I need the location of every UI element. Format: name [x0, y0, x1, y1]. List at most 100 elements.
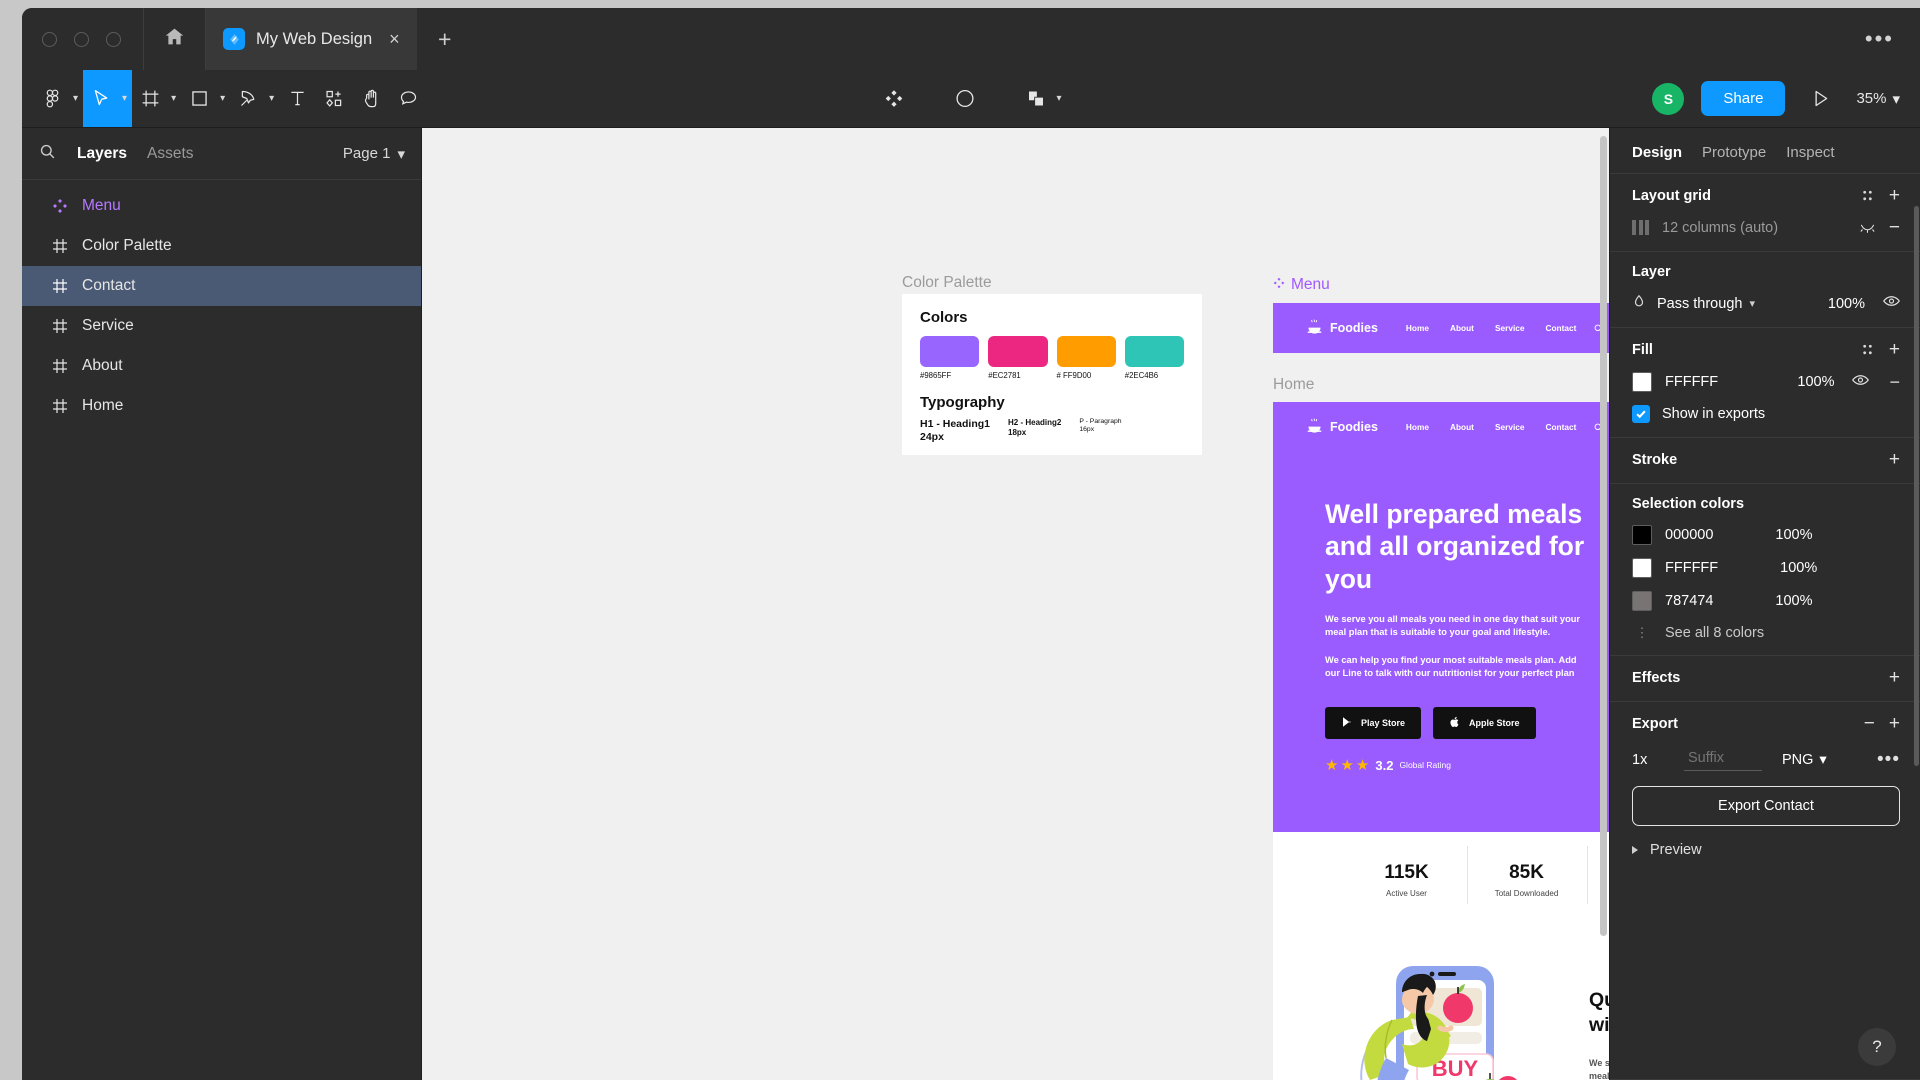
chevron-down-icon[interactable]: ▾	[1056, 93, 1066, 104]
nav-link-home[interactable]: Home	[1406, 323, 1429, 333]
pen-tool-icon[interactable]	[230, 88, 267, 109]
tab-assets[interactable]: Assets	[147, 145, 194, 163]
minimize-window-button[interactable]	[74, 31, 89, 47]
file-tab[interactable]: My Web Design ×	[206, 8, 418, 70]
hide-grid-icon[interactable]	[1860, 220, 1875, 235]
remove-fill-button[interactable]: −	[1889, 373, 1900, 391]
toggle-layer-visibility-icon[interactable]	[1883, 294, 1900, 313]
close-tab-icon[interactable]: ×	[389, 30, 400, 48]
brand-logo[interactable]: Foodies	[1306, 318, 1378, 338]
hand-tool-icon[interactable]	[353, 70, 390, 127]
layer-opacity-value[interactable]: 100%	[1828, 296, 1865, 312]
export-scale-value[interactable]: 1x	[1632, 752, 1674, 768]
export-contact-button[interactable]: Export Contact	[1632, 786, 1900, 826]
add-effect-button[interactable]: +	[1889, 668, 1900, 687]
resources-icon[interactable]	[316, 70, 353, 127]
avatar[interactable]: S	[1652, 82, 1685, 115]
zoom-level-control[interactable]: 35% ▾	[1856, 90, 1900, 108]
home-button[interactable]	[144, 8, 206, 70]
selection-color-row[interactable]: 000000 100%	[1632, 525, 1900, 545]
color-swatch-item[interactable]: #9865FF	[920, 336, 980, 380]
frame-label-home[interactable]: Home	[1273, 376, 1314, 394]
selection-color-swatch[interactable]	[1632, 591, 1652, 611]
titlebar-more-icon[interactable]: •••	[1839, 8, 1920, 70]
mask-icon[interactable]	[946, 88, 983, 109]
layer-item-home[interactable]: Home	[22, 386, 421, 426]
style-library-icon[interactable]	[1860, 342, 1875, 357]
right-panel-scrollbar[interactable]	[1914, 206, 1919, 766]
shape-tool[interactable]: ▾	[181, 70, 230, 127]
frame-tool[interactable]: ▾	[132, 70, 181, 127]
tab-layers[interactable]: Layers	[77, 145, 127, 163]
nav-link-about[interactable]: About	[1450, 422, 1474, 432]
apple-store-button[interactable]: Apple Store	[1433, 706, 1536, 739]
selection-color-swatch[interactable]	[1632, 525, 1652, 545]
boolean-union-tool[interactable]: ▾	[1017, 88, 1066, 109]
fill-color-swatch[interactable]	[1632, 372, 1652, 392]
layer-item-service[interactable]: Service	[22, 306, 421, 346]
color-swatch-item[interactable]: #2EC4B6	[1124, 336, 1184, 380]
nav-link-service[interactable]: Service	[1495, 422, 1525, 432]
pen-tool[interactable]: ▾	[230, 70, 279, 127]
remove-layout-grid-button[interactable]: −	[1889, 218, 1900, 237]
export-more-icon[interactable]: •••	[1877, 749, 1900, 769]
layout-grid-row[interactable]: 12 columns (auto) −	[1632, 218, 1900, 237]
boolean-union-icon[interactable]	[1017, 88, 1054, 109]
close-window-button[interactable]	[42, 31, 57, 47]
nav-link-service[interactable]: Service	[1495, 323, 1525, 333]
fill-opacity-value[interactable]: 100%	[1797, 374, 1834, 390]
add-export-button[interactable]: +	[1889, 714, 1900, 733]
nav-link-home[interactable]: Home	[1406, 422, 1429, 432]
fill-row[interactable]: FFFFFF 100% −	[1632, 372, 1900, 392]
chevron-down-icon[interactable]: ▾	[1749, 297, 1755, 310]
move-tool[interactable]: ▾	[83, 70, 133, 127]
selection-color-row[interactable]: 787474 100%	[1632, 591, 1900, 611]
comment-tool-icon[interactable]	[390, 70, 427, 127]
page-selector[interactable]: Page 1 ▾	[343, 145, 405, 163]
layer-item-contact[interactable]: Contact	[22, 266, 421, 306]
search-icon[interactable]	[38, 142, 57, 166]
export-format-select[interactable]: PNG ▾	[1782, 752, 1827, 768]
add-fill-button[interactable]: +	[1889, 340, 1900, 359]
help-button[interactable]: ?	[1858, 1028, 1896, 1066]
nav-link-about[interactable]: About	[1450, 323, 1474, 333]
toggle-fill-visibility-icon[interactable]	[1852, 373, 1870, 392]
chevron-down-icon[interactable]: ▾	[220, 93, 230, 104]
chevron-down-icon[interactable]: ▾	[171, 93, 181, 104]
selection-color-swatch[interactable]	[1632, 558, 1652, 578]
tab-design[interactable]: Design	[1632, 144, 1682, 161]
style-library-icon[interactable]	[1860, 188, 1875, 203]
share-button[interactable]: Share	[1701, 81, 1786, 116]
shape-tool-icon[interactable]	[181, 88, 218, 109]
export-suffix-input[interactable]	[1684, 748, 1762, 771]
new-tab-button[interactable]: +	[418, 8, 472, 70]
chevron-down-icon[interactable]: ▾	[122, 93, 132, 104]
color-palette-frame[interactable]: Colors #9865FF #EC2781 # FF9D00 #2EC4B6 …	[902, 294, 1202, 455]
menu-component-frame[interactable]: Foodies Home About Service Contact Log i…	[1273, 303, 1609, 353]
show-in-exports-row[interactable]: Show in exports	[1632, 405, 1900, 423]
color-swatch-item[interactable]: # FF9D00	[1056, 336, 1116, 380]
frame-label-menu[interactable]: Menu	[1273, 276, 1330, 294]
nav-link-contact[interactable]: Contact	[1545, 323, 1576, 333]
canvas-scrollbar[interactable]	[1600, 136, 1607, 936]
maximize-window-button[interactable]	[106, 31, 121, 47]
chevron-down-icon[interactable]: ▾	[73, 93, 83, 104]
frame-tool-icon[interactable]	[132, 88, 169, 109]
layer-item-about[interactable]: About	[22, 346, 421, 386]
main-menu-tool[interactable]: ▾	[34, 70, 83, 127]
frame-label-color-palette[interactable]: Color Palette	[902, 274, 992, 292]
canvas[interactable]: Color Palette Colors #9865FF #EC2781 # F…	[422, 128, 1609, 1080]
layer-item-color-palette[interactable]: Color Palette	[22, 226, 421, 266]
move-tool-icon[interactable]	[83, 88, 120, 109]
add-stroke-button[interactable]: +	[1889, 450, 1900, 469]
fill-hex-value[interactable]: FFFFFF	[1665, 374, 1718, 390]
preview-toggle-row[interactable]: Preview	[1632, 842, 1900, 858]
color-swatch-item[interactable]: #EC2781	[988, 336, 1048, 380]
nav-link-contact[interactable]: Contact	[1545, 422, 1576, 432]
add-layout-grid-button[interactable]: +	[1889, 186, 1900, 205]
layer-item-menu[interactable]: Menu	[22, 186, 421, 226]
figma-menu-icon[interactable]	[34, 88, 71, 109]
see-all-colors-row[interactable]: ⋮ See all 8 colors	[1632, 625, 1900, 641]
blend-mode-row[interactable]: Pass through ▾ 100%	[1632, 294, 1900, 313]
tab-prototype[interactable]: Prototype	[1702, 144, 1766, 161]
